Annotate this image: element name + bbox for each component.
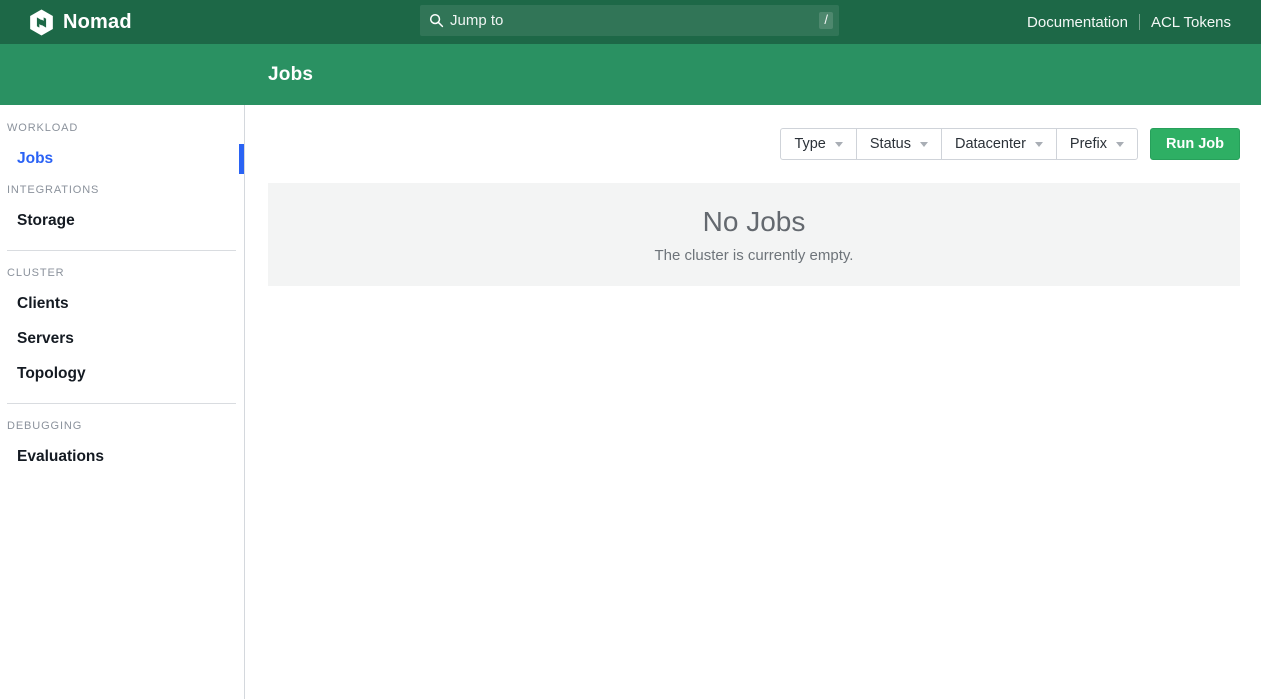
status-filter-dropdown[interactable]: Status [856,128,942,160]
search-icon [429,13,444,28]
empty-state-panel: No Jobs The cluster is currently empty. [268,183,1240,286]
page-title: Jobs [268,64,313,86]
chevron-down-icon [835,142,843,147]
sidebar-heading-debugging: DEBUGGING [7,420,244,432]
sidebar-item-evaluations[interactable]: Evaluations [0,447,244,466]
chevron-down-icon [1116,142,1124,147]
empty-state-title: No Jobs [703,206,806,238]
sidebar-heading-cluster: CLUSTER [7,267,244,279]
empty-state-message: The cluster is currently empty. [655,247,854,264]
main-content: Type Status Datacenter Prefix Run Job [245,105,1261,699]
sidebar-divider [7,403,236,404]
nomad-logo-icon [28,9,55,36]
type-filter-dropdown[interactable]: Type [780,128,856,160]
status-filter-label: Status [870,136,911,152]
type-filter-label: Type [794,136,825,152]
jump-to-searchbox[interactable]: / [420,5,839,36]
keyboard-shortcut-badge: / [819,12,833,29]
nav-links-divider [1139,14,1140,30]
search-input[interactable] [450,12,819,29]
prefix-filter-dropdown[interactable]: Prefix [1056,128,1138,160]
navbar-links: Documentation ACL Tokens [1027,14,1231,31]
sidebar-item-clients[interactable]: Clients [0,294,244,313]
sidebar-item-storage[interactable]: Storage [0,211,244,230]
sidebar: WORKLOAD Jobs INTEGRATIONS Storage CLUST… [0,105,245,699]
page-header: Jobs [0,44,1261,105]
datacenter-filter-dropdown[interactable]: Datacenter [941,128,1057,160]
jobs-toolbar: Type Status Datacenter Prefix Run Job [268,128,1240,160]
filter-button-group: Type Status Datacenter Prefix [780,128,1138,160]
acl-tokens-link[interactable]: ACL Tokens [1151,14,1231,31]
chevron-down-icon [920,142,928,147]
chevron-down-icon [1035,142,1043,147]
run-job-button[interactable]: Run Job [1150,128,1240,160]
sidebar-divider [7,250,236,251]
datacenter-filter-label: Datacenter [955,136,1026,152]
prefix-filter-label: Prefix [1070,136,1107,152]
sidebar-item-servers[interactable]: Servers [0,329,244,348]
top-navbar: Nomad / Documentation ACL Tokens [0,0,1261,44]
documentation-link[interactable]: Documentation [1027,14,1128,31]
nomad-brand[interactable]: Nomad [28,9,132,36]
brand-name: Nomad [63,11,132,34]
active-item-indicator [239,144,244,174]
sidebar-heading-integrations: INTEGRATIONS [7,184,244,196]
sidebar-heading-workload: WORKLOAD [7,122,244,134]
sidebar-item-topology[interactable]: Topology [0,364,244,383]
sidebar-item-jobs[interactable]: Jobs [0,149,244,168]
